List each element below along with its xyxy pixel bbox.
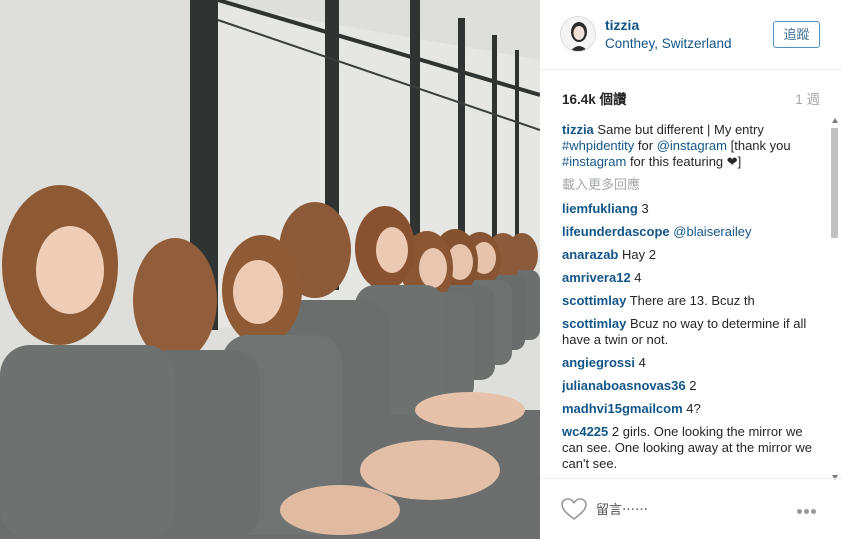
comments-list[interactable]: tizzia Same but different | My entry #wh… (562, 122, 824, 478)
post-location[interactable]: Conthey, Switzerland (605, 36, 732, 51)
post-stats: 16.4k 個讚 1 週 (562, 88, 820, 108)
caption-mention-1[interactable]: @instagram (657, 138, 727, 153)
avatar[interactable] (560, 16, 596, 52)
comment-text: 4 (638, 355, 646, 370)
comment-username[interactable]: angiegrossi (562, 355, 635, 370)
comment-username[interactable]: lifeunderdascope (562, 224, 670, 239)
caption-text-2: for (637, 138, 654, 153)
comment-row: liemfukliang 3 (562, 201, 824, 217)
comment-row: julianaboasnovas36 2 (562, 378, 824, 394)
post-time-ago[interactable]: 1 週 (795, 88, 820, 108)
ellipsis-icon[interactable] (797, 501, 823, 515)
comment-mention[interactable]: @blaiserailey (673, 224, 751, 239)
post-footer (540, 478, 842, 539)
caption-hashtag-1[interactable]: #whpidentity (562, 138, 634, 153)
comment-row: scottimlay Bcuz no way to determine if a… (562, 316, 824, 348)
caption: tizzia Same but different | My entry #wh… (562, 122, 824, 170)
comment-input[interactable] (596, 500, 776, 518)
heart-outline-icon[interactable] (561, 498, 587, 521)
comment-row: angiegrossi 4 (562, 355, 824, 371)
comment-username[interactable]: julianaboasnovas36 (562, 378, 686, 393)
comment-username[interactable]: madhvi15gmailcom (562, 401, 683, 416)
comment-text: 3 (641, 201, 649, 216)
comment-row: madhvi15gmailcom 4? (562, 401, 824, 417)
post-header: tizzia Conthey, Switzerland 追蹤 (540, 0, 842, 70)
post-username[interactable]: tizzia (605, 17, 639, 33)
scroll-up-arrow-icon[interactable] (832, 118, 838, 123)
comment-username[interactable]: amrivera12 (562, 270, 631, 285)
comment-row: wc4225 2 girls. One looking the mirror w… (562, 424, 824, 472)
comment-username[interactable]: liemfukliang (562, 201, 638, 216)
load-more-comments[interactable]: 載入更多回應 (562, 177, 824, 193)
comment-username[interactable]: wc4225 (562, 424, 608, 439)
likes-count[interactable]: 16.4k 個讚 (562, 88, 627, 108)
caption-text-4: for this featuring ❤] (629, 154, 742, 169)
comment-text: 4? (686, 401, 701, 416)
comment-text: There are 13. Bcuz th (629, 293, 755, 308)
comment-username[interactable]: scottimlay (562, 316, 626, 331)
comment-username[interactable]: scottimlay (562, 293, 626, 308)
avatar-image (561, 17, 595, 51)
comment-text: 2 (689, 378, 697, 393)
caption-hashtag-2[interactable]: #instagram (562, 154, 626, 169)
comment-text: Hay 2 (622, 247, 656, 262)
comment-row: scottimlay There are 13. Bcuz th (562, 293, 824, 309)
caption-text-1: Same but different | My entry (597, 122, 764, 137)
photo-illustration (0, 0, 540, 539)
comment-text: 4 (634, 270, 642, 285)
scrollbar-thumb[interactable] (831, 128, 838, 238)
post-photo[interactable] (0, 0, 540, 539)
follow-button[interactable]: 追蹤 (773, 21, 820, 48)
caption-username[interactable]: tizzia (562, 122, 594, 137)
comment-row: lifeunderdascope @blaiserailey (562, 224, 824, 240)
comment-row: amrivera12 4 (562, 270, 824, 286)
comment-row: anarazab Hay 2 (562, 247, 824, 263)
caption-text-3: [thank you (730, 138, 791, 153)
comment-username[interactable]: anarazab (562, 247, 618, 262)
comments-scrollbar[interactable] (830, 118, 840, 480)
